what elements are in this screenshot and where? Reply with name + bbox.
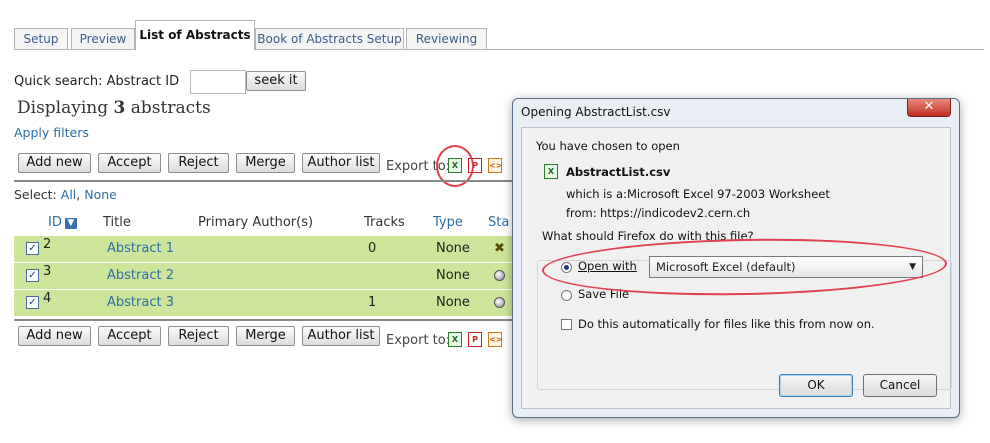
author-list-button[interactable]: Author list (302, 326, 380, 346)
row-type: None (436, 295, 470, 310)
intro-text: You have chosen to open (536, 139, 680, 153)
divider (14, 319, 512, 321)
ok-button[interactable]: OK (779, 374, 853, 397)
tab-preview[interactable]: Preview (71, 28, 135, 49)
row-checkbox[interactable]: ✓ (26, 269, 39, 282)
page-title: Displaying 3 abstracts (17, 98, 211, 118)
column-primary-authors[interactable]: Primary Author(s) (198, 215, 313, 230)
abstract-count: 3 (113, 98, 126, 118)
sort-down-icon[interactable]: ▼ (64, 218, 77, 229)
column-status[interactable]: Sta (488, 215, 509, 230)
close-button[interactable]: ✕ (907, 99, 951, 117)
table-row: ✓ 3 Abstract 2 None (14, 263, 539, 289)
pdf-icon[interactable]: P (468, 332, 482, 347)
row-checkbox[interactable]: ✓ (26, 242, 39, 255)
xml-icon[interactable]: <> (488, 158, 502, 173)
add-new-button[interactable]: Add new (18, 153, 91, 173)
tab-book-of-abstracts-setup[interactable]: Book of Abstracts Setup (255, 28, 404, 49)
x-status-icon: ✖ (494, 241, 505, 256)
xml-icon[interactable]: <> (488, 332, 502, 347)
abstract-id-input[interactable] (190, 70, 246, 94)
select-all-link[interactable]: All (61, 187, 77, 202)
display-prefix: Displaying (17, 98, 109, 118)
reject-button[interactable]: Reject (168, 326, 229, 346)
accept-button[interactable]: Accept (98, 326, 161, 346)
circle-status-icon (494, 270, 505, 281)
row-tracks: 1 (368, 295, 377, 310)
circle-status-icon (494, 297, 505, 308)
file-name: AbstractList.csv (566, 165, 671, 179)
row-id: 4 (43, 291, 52, 306)
auto-checkbox[interactable] (561, 319, 572, 330)
column-type[interactable]: Type (433, 215, 463, 230)
select-row: Select: All, None (14, 187, 117, 202)
merge-button[interactable]: Merge (236, 326, 295, 346)
file-type-label: which is a: (566, 187, 627, 201)
reject-button[interactable]: Reject (168, 153, 229, 173)
dialog-title: Opening AbstractList.csv (521, 105, 671, 119)
tab-bar: Setup Preview List of Abstracts Book of … (14, 20, 984, 51)
apply-filters-link[interactable]: Apply filters (14, 125, 89, 140)
tab-list-of-abstracts[interactable]: List of Abstracts (135, 20, 255, 51)
column-title[interactable]: Title (103, 215, 131, 230)
column-id[interactable]: ID ▼ (48, 215, 77, 230)
merge-button[interactable]: Merge (236, 153, 295, 173)
divider (14, 180, 512, 182)
seek-button[interactable]: seek it (246, 71, 306, 91)
table-row: ✓ 4 Abstract 3 1 None (14, 290, 539, 316)
select-none-link[interactable]: None (84, 187, 117, 202)
file-type-value: Microsoft Excel 97-2003 Worksheet (627, 187, 830, 201)
table-row: ✓ 2 Abstract 1 0 None ✖ (14, 236, 539, 262)
accept-button[interactable]: Accept (98, 153, 161, 173)
column-id-label: ID (48, 215, 62, 230)
column-tracks[interactable]: Tracks (364, 215, 405, 230)
tab-reviewing[interactable]: Reviewing (406, 28, 487, 49)
row-type: None (436, 268, 470, 283)
row-id: 2 (43, 237, 52, 252)
excel-file-icon: X (544, 164, 558, 179)
save-file-radio[interactable] (561, 290, 572, 301)
auto-label[interactable]: Do this automatically for files like thi… (578, 317, 875, 331)
add-new-button[interactable]: Add new (18, 326, 91, 346)
row-title-link[interactable]: Abstract 3 (107, 295, 174, 310)
select-label: Select: (14, 187, 57, 202)
export-to-label: Export to: (386, 333, 451, 348)
cancel-button[interactable]: Cancel (863, 374, 937, 397)
quick-search-label: Quick search: Abstract ID (14, 74, 180, 89)
excel-icon[interactable]: X (448, 332, 462, 347)
author-list-button[interactable]: Author list (302, 153, 380, 173)
row-title-link[interactable]: Abstract 2 (107, 268, 174, 283)
row-type: None (436, 241, 470, 256)
tab-setup[interactable]: Setup (14, 28, 68, 49)
from-label: from: (566, 206, 597, 220)
row-checkbox[interactable]: ✓ (26, 296, 39, 309)
display-suffix: abstracts (130, 98, 211, 118)
row-title-link[interactable]: Abstract 1 (107, 241, 174, 256)
from-value: https://indicodev2.cern.ch (600, 206, 751, 220)
row-id: 3 (43, 264, 52, 279)
row-tracks: 0 (368, 241, 377, 256)
